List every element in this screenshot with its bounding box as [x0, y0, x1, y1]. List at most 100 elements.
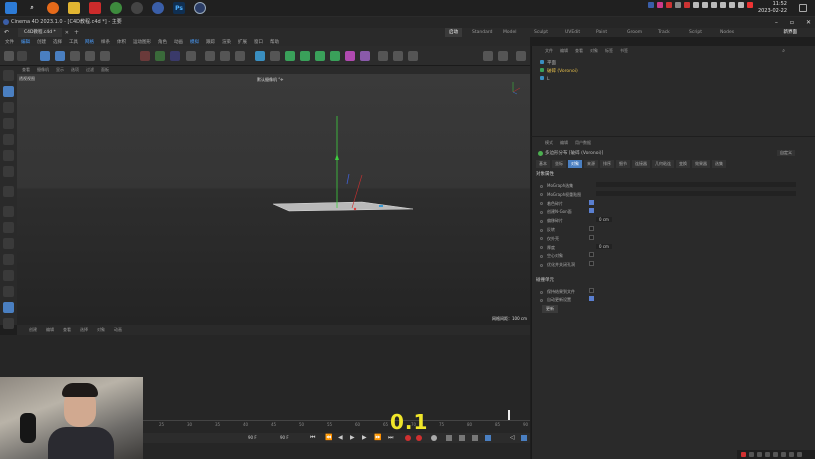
spline-pen-icon[interactable] [270, 51, 280, 61]
viewport-menu-item[interactable]: 选项 [71, 67, 79, 73]
attribute-tab[interactable]: 细节 [616, 160, 630, 168]
viewport-menu-item[interactable]: 过滤 [86, 67, 94, 73]
timeline-menu-item[interactable]: 动画 [114, 327, 122, 333]
attribute-tab[interactable]: 几何粘连 [652, 160, 674, 168]
timeline-menu-item[interactable]: 查看 [63, 327, 71, 333]
workplane-icon[interactable] [3, 238, 14, 249]
layout-tab[interactable]: Paint [596, 28, 607, 37]
motion-track-icon[interactable] [446, 435, 452, 441]
menu-item[interactable]: 选择 [53, 39, 62, 45]
transform-icon[interactable] [100, 51, 110, 61]
frame-end-field[interactable]: 90 F [280, 435, 289, 440]
point-mode-icon[interactable] [3, 102, 14, 113]
keyframe-dot-icon[interactable] [540, 210, 543, 214]
layout-tab[interactable]: Track [658, 28, 670, 37]
attribute-tab[interactable]: 排序 [600, 160, 614, 168]
attribute-menu-item[interactable]: 编辑 [560, 140, 568, 146]
close-tab-icon[interactable]: ✕ [65, 30, 69, 36]
app-steam-icon[interactable] [131, 2, 143, 14]
keyframe-dot-icon[interactable] [540, 254, 543, 258]
layout-tab[interactable]: 启动 [445, 28, 462, 37]
cloner-icon[interactable] [315, 51, 325, 61]
coord-icon[interactable] [186, 51, 196, 61]
lock-y-icon[interactable] [155, 51, 165, 61]
attribute-tab[interactable]: 选集 [712, 160, 726, 168]
attribute-tab[interactable]: 坐标 [552, 160, 566, 168]
tray-icon[interactable] [765, 452, 770, 457]
update-button[interactable]: 更新 [542, 305, 558, 313]
menu-item[interactable]: 模拟 [190, 39, 199, 45]
render-settings-icon[interactable] [235, 51, 245, 61]
property-checkbox[interactable] [589, 288, 594, 293]
quantize-icon[interactable] [3, 270, 14, 281]
locked-workplane-icon[interactable] [3, 286, 14, 297]
snap-icon[interactable] [3, 222, 14, 233]
object-row[interactable]: 破碎 (Voronoi) [540, 68, 810, 75]
timeline-icon[interactable] [485, 435, 491, 441]
redo-icon[interactable] [17, 51, 27, 61]
mesh-mode-icon[interactable] [3, 86, 14, 97]
object-menu-item[interactable]: 标签 [605, 48, 613, 54]
menu-item[interactable]: 创建 [37, 39, 46, 45]
extrude-icon[interactable] [300, 51, 310, 61]
menu-item[interactable]: 运动图形 [133, 39, 151, 45]
close-icon[interactable]: ✕ [806, 17, 811, 28]
input-method-icon[interactable] [741, 452, 746, 457]
layout-tab[interactable]: Script [689, 28, 702, 37]
snap-icon[interactable] [483, 51, 493, 61]
property-field[interactable] [596, 190, 796, 196]
solo-icon[interactable] [3, 206, 14, 217]
menu-item[interactable]: 网格 [85, 39, 94, 45]
app-red-icon[interactable] [89, 2, 101, 14]
object-menu-item[interactable]: 编辑 [560, 48, 568, 54]
lock-x-icon[interactable] [140, 51, 150, 61]
layout-tab[interactable]: Sculpt [534, 28, 548, 37]
tray-icon[interactable] [797, 452, 802, 457]
layout-tab[interactable]: Standard [472, 28, 492, 37]
maximize-icon[interactable]: ▫ [790, 17, 794, 28]
viewport[interactable]: 透视视图 默认摄像机 °✈ 网格间距：100 cm [17, 74, 530, 325]
camera-icon[interactable] [393, 51, 403, 61]
file-explorer-icon[interactable] [68, 2, 80, 14]
attribute-tab[interactable]: 基本 [536, 160, 550, 168]
keyframe-dot-icon[interactable] [540, 237, 543, 241]
goto-start-icon[interactable]: ⏮ [310, 434, 315, 442]
attribute-tab[interactable]: 对象 [568, 160, 582, 168]
viewport-menu-item[interactable]: 显示 [56, 67, 64, 73]
chrome-icon[interactable] [110, 2, 122, 14]
object-menu-item[interactable]: 查看 [575, 48, 583, 54]
attribute-tab[interactable]: 变换 [676, 160, 690, 168]
floor-icon[interactable] [378, 51, 388, 61]
tray-icon[interactable] [781, 452, 786, 457]
attribute-tab[interactable]: 效果器 [692, 160, 710, 168]
photoshop-icon[interactable]: Ps [173, 2, 185, 14]
timeline-menu-item[interactable]: 对象 [97, 327, 105, 333]
attribute-mode-select[interactable]: 自定义 [777, 150, 795, 156]
deformer-icon[interactable] [345, 51, 355, 61]
viewport-menu-item[interactable]: 摄像机 [37, 67, 49, 73]
select-icon[interactable] [40, 51, 50, 61]
keyframe-dot-icon[interactable] [540, 184, 543, 188]
property-checkbox[interactable] [589, 252, 594, 258]
field-icon[interactable] [360, 51, 370, 61]
minimize-icon[interactable]: – [775, 17, 778, 28]
layout-tab[interactable]: UVEdit [565, 28, 580, 37]
snap-settings-icon[interactable] [498, 51, 508, 61]
windows-start-icon[interactable] [5, 2, 17, 14]
render-view-icon[interactable] [205, 51, 215, 61]
menu-item[interactable]: 动画 [174, 39, 183, 45]
property-value[interactable]: 0 cm [596, 243, 612, 249]
timeline-menu-item[interactable]: 创建 [29, 327, 37, 333]
timeline-menu-item[interactable]: 编辑 [46, 327, 54, 333]
menu-item[interactable]: 样条 [101, 39, 110, 45]
layout-tab[interactable]: Model [503, 28, 517, 37]
viewport-menu-item[interactable]: 查看 [22, 67, 30, 73]
scale-icon[interactable] [70, 51, 80, 61]
firefox-icon[interactable] [47, 2, 59, 14]
next-key-icon[interactable]: ⏩ [374, 434, 381, 441]
scheme-icon[interactable] [472, 435, 478, 441]
keyframe-dot-icon[interactable] [540, 263, 543, 267]
new-scene-button[interactable]: 新界面 [784, 28, 798, 37]
attribute-menu-item[interactable]: 模式 [545, 140, 553, 146]
taskbar-clock[interactable]: 11:52 2023-02-22 [758, 1, 787, 15]
